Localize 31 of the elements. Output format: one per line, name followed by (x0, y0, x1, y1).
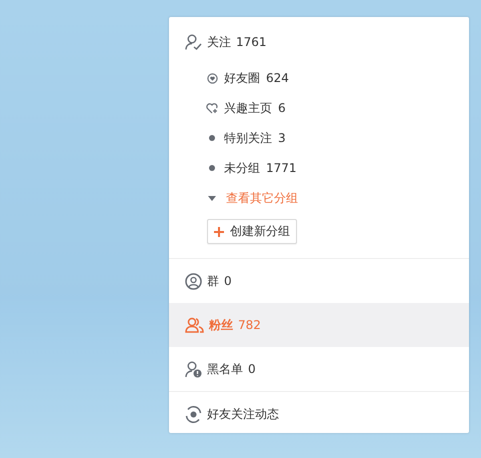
group-label[interactable]: 未分组 (224, 160, 260, 176)
group-label[interactable]: 特别关注 (224, 130, 272, 146)
bullet-icon (209, 165, 215, 171)
group-count: 624 (266, 71, 289, 85)
create-group-button[interactable]: 创建新分组 (207, 219, 297, 244)
nav-item[interactable]: 黑名单 0 (169, 347, 469, 391)
group-count: 6 (278, 101, 286, 115)
group-count: 1771 (266, 161, 297, 175)
group-label[interactable]: 好友圈 (224, 70, 260, 86)
plus-icon (214, 226, 224, 236)
nav-label: 群 (207, 272, 219, 290)
group-icon (185, 272, 202, 290)
caret-down-icon (208, 196, 216, 200)
people-icon (185, 317, 204, 333)
heart-circle-icon (206, 72, 218, 84)
nav-count: 0 (248, 362, 256, 376)
user-alert-icon (185, 360, 202, 378)
nav-label: 黑名单 (207, 360, 243, 378)
bullet-icon (209, 135, 215, 141)
follow-count: 1761 (236, 35, 267, 49)
heart-plus-icon (206, 102, 218, 114)
user-check-icon (185, 34, 202, 50)
nav-count: 782 (238, 318, 261, 332)
group-count: 3 (278, 131, 286, 145)
nav-count: 0 (224, 274, 232, 288)
target-icon (185, 406, 202, 422)
follow-label[interactable]: 关注 (207, 34, 231, 50)
nav-label: 粉丝 (209, 316, 233, 334)
friends-feed-link[interactable]: 好友关注动态 (207, 406, 279, 422)
group-label[interactable]: 兴趣主页 (224, 100, 272, 116)
nav-item[interactable]: 群 0 (169, 259, 469, 303)
